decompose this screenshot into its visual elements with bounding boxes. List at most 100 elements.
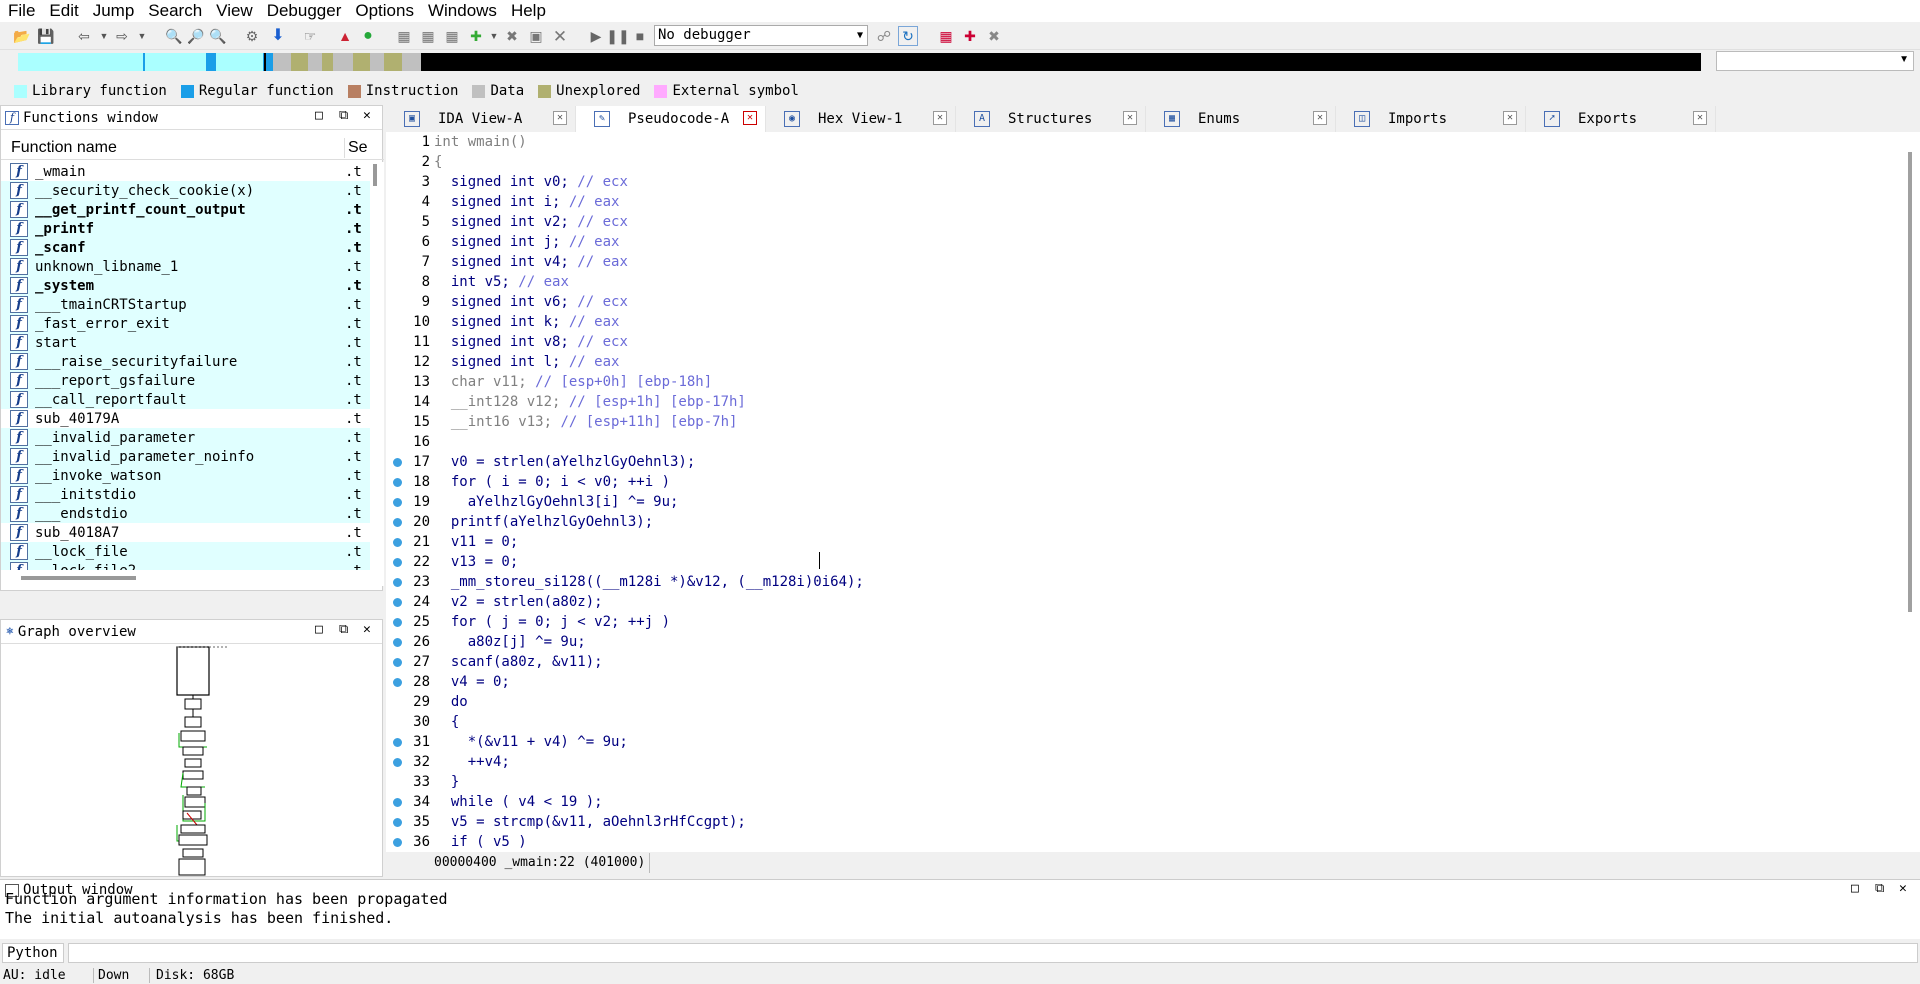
column-divider[interactable] — [344, 138, 345, 158]
delete-breakpoint-icon[interactable]: ✖ — [984, 26, 1004, 46]
back-icon[interactable]: ⇦ — [74, 26, 94, 46]
code-line[interactable]: 8 int v5; // eax — [386, 272, 1886, 292]
function-row[interactable]: f _scanf .t — [1, 238, 371, 257]
code-line[interactable]: 22 v13 = 0; — [386, 552, 1886, 572]
float-icon[interactable]: ⧉ — [339, 108, 348, 123]
code-line[interactable]: 7 signed int v4; // eax — [386, 252, 1886, 272]
function-row[interactable]: f _wmain .t — [1, 162, 371, 181]
maximize-icon[interactable]: □ — [1851, 881, 1859, 896]
code-line[interactable]: 15 __int16 v13; // [esp+11h] [ebp-7h] — [386, 412, 1886, 432]
code-line[interactable]: 27 scanf(a80z, &v11); — [386, 652, 1886, 672]
column-segment[interactable]: Se — [348, 139, 368, 157]
search-text-icon[interactable]: 🔎 — [186, 26, 206, 46]
tab-close-icon[interactable]: ✕ — [1123, 111, 1137, 125]
functions-horizontal-scrollbar[interactable] — [1, 570, 384, 586]
function-row[interactable]: f ___tmainCRTStartup .t — [1, 295, 371, 314]
code-line[interactable]: 2{ — [386, 152, 1886, 172]
code-line[interactable]: 31 *(&v11 + v4) ^= 9u; — [386, 732, 1886, 752]
function-row[interactable]: f __get_printf_count_output .t — [1, 200, 371, 219]
search-immediate-icon[interactable]: 🔍 — [208, 26, 228, 46]
code-line[interactable]: 30 { — [386, 712, 1886, 732]
function-row[interactable]: f sub_4018A7 .t — [1, 523, 371, 542]
attach-icon[interactable]: ☍ — [874, 26, 894, 46]
menu-item-search[interactable]: Search — [142, 0, 210, 22]
function-row[interactable]: f ___endstdio .t — [1, 504, 371, 523]
menu-item-windows[interactable]: Windows — [422, 0, 505, 22]
functions-vertical-scrollbar[interactable] — [370, 162, 384, 570]
maximize-icon[interactable]: □ — [315, 108, 323, 123]
function-row[interactable]: f __call_reportfault .t — [1, 390, 371, 409]
code-line[interactable]: 34 while ( v4 < 19 ); — [386, 792, 1886, 812]
close-x-icon[interactable]: ✕ — [550, 26, 570, 46]
code-line[interactable]: 18 for ( i = 0; i < v0; ++i ) — [386, 472, 1886, 492]
code-line[interactable]: 16 — [386, 432, 1886, 452]
tab-structures[interactable]: A Structures ✕ — [956, 106, 1146, 132]
float-icon[interactable]: ⧉ — [339, 622, 348, 637]
tab-exports[interactable]: ➚ Exports ✕ — [1526, 106, 1716, 132]
scrollbar-thumb[interactable] — [21, 576, 136, 580]
open-file-icon[interactable]: 📂 — [12, 26, 32, 46]
code-line[interactable]: 10 signed int k; // eax — [386, 312, 1886, 332]
code-line[interactable]: 29 do — [386, 692, 1886, 712]
code-line[interactable]: 17 v0 = strlen(aYelhzlGyOehnl3); — [386, 452, 1886, 472]
code-line[interactable]: 35 v5 = strcmp(&v11, aOehnl3rHfCcgpt); — [386, 812, 1886, 832]
tab-pseudocode-a[interactable]: ✎ Pseudocode-A ✕ — [576, 106, 766, 132]
code-line[interactable]: 36 if ( v5 ) — [386, 832, 1886, 852]
function-row[interactable]: f __invalid_parameter .t — [1, 428, 371, 447]
code-line[interactable]: 19 aYelhzlGyOehnl3[i] ^= 9u; — [386, 492, 1886, 512]
tab-hex-view-1[interactable]: ◉ Hex View-1 ✕ — [766, 106, 956, 132]
tab-close-icon[interactable]: ✕ — [743, 111, 757, 125]
code-line[interactable]: 26 a80z[j] ^= 9u; — [386, 632, 1886, 652]
function-row[interactable]: f __invoke_watson .t — [1, 466, 371, 485]
close-icon[interactable]: ✕ — [1899, 881, 1907, 896]
debugger-select[interactable]: No debugger ▼ — [654, 25, 868, 46]
scrollbar-thumb[interactable] — [373, 164, 377, 186]
scrollbar-thumb[interactable] — [1908, 152, 1912, 612]
search-binary-icon[interactable]: 🔍 — [164, 26, 184, 46]
tab-enums[interactable]: ▦ Enums ✕ — [1146, 106, 1336, 132]
menu-item-view[interactable]: View — [210, 0, 261, 22]
patch-icon[interactable]: ⚙ — [242, 26, 262, 46]
stop-icon[interactable]: ■ — [630, 26, 650, 46]
close-icon[interactable]: ✕ — [363, 108, 371, 123]
refresh-icon[interactable]: ↻ — [898, 26, 918, 46]
code-line[interactable]: 4 signed int i; // eax — [386, 192, 1886, 212]
function-row[interactable]: f __lock_file2.t — [1, 561, 371, 570]
tool-icon[interactable]: ✖ — [502, 26, 522, 46]
tab-ida-view-a[interactable]: ▣ IDA View-A ✕ — [386, 106, 576, 132]
function-row[interactable]: f __security_check_cookie(x) .t — [1, 181, 371, 200]
tab-close-icon[interactable]: ✕ — [1693, 111, 1707, 125]
export-icon[interactable]: ▦ — [442, 26, 462, 46]
function-row[interactable]: f _printf .t — [1, 219, 371, 238]
script-icon[interactable]: ▦ — [394, 26, 414, 46]
graph-overview-canvas[interactable] — [1, 645, 382, 877]
navigation-strip[interactable] — [18, 53, 1701, 71]
code-line[interactable]: 14 __int128 v12; // [esp+1h] [ebp-17h] — [386, 392, 1886, 412]
code-line[interactable]: 33 } — [386, 772, 1886, 792]
tab-close-icon[interactable]: ✕ — [933, 111, 947, 125]
maximize-icon[interactable]: □ — [315, 622, 323, 637]
function-row[interactable]: f _system .t — [1, 276, 371, 295]
function-row[interactable]: f unknown_libname_1 .t — [1, 257, 371, 276]
code-line[interactable]: 9 signed int v6; // ecx — [386, 292, 1886, 312]
menu-item-help[interactable]: Help — [505, 0, 554, 22]
menu-item-debugger[interactable]: Debugger — [261, 0, 350, 22]
start-process-green-icon[interactable]: ● — [358, 26, 378, 46]
add-icon[interactable]: ✚ — [466, 26, 486, 46]
function-row[interactable]: f ___initstdio .t — [1, 485, 371, 504]
tab-close-icon[interactable]: ✕ — [1503, 111, 1517, 125]
function-row[interactable]: f start .t — [1, 333, 371, 352]
flowchart-icon[interactable]: ▲ — [335, 26, 355, 46]
nav-combo[interactable]: ▼ — [1716, 51, 1914, 71]
column-function-name[interactable]: Function name — [11, 139, 117, 157]
breakpoint-list-icon[interactable]: ▦ — [936, 26, 956, 46]
code-line[interactable]: 5 signed int v2; // ecx — [386, 212, 1886, 232]
code-line[interactable]: 32 ++v4; — [386, 752, 1886, 772]
tab-imports[interactable]: ◫ Imports ✕ — [1336, 106, 1526, 132]
pseudocode-vertical-scrollbar[interactable] — [1904, 132, 1920, 852]
pause-icon[interactable]: ❚❚ — [606, 26, 629, 46]
function-row[interactable]: f _fast_error_exit .t — [1, 314, 371, 333]
code-line[interactable]: 20 printf(aYelhzlGyOehnl3); — [386, 512, 1886, 532]
code-line[interactable]: 21 v11 = 0; — [386, 532, 1886, 552]
forward-icon[interactable]: ⇨ — [112, 26, 132, 46]
